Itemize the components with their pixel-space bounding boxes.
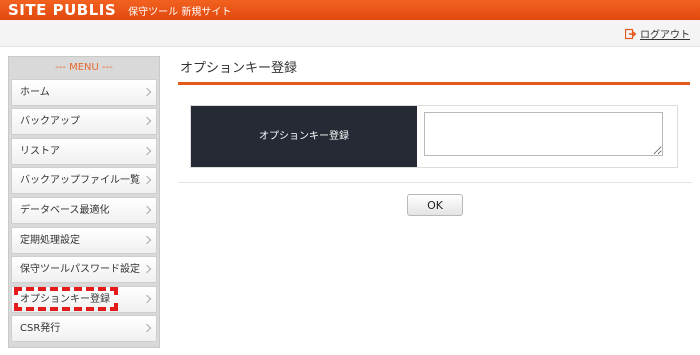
sidebar-item-label: CSR発行: [20, 323, 61, 335]
logout-label: ログアウト: [640, 30, 690, 41]
sidebar-menu: --- MENU --- ホーム バックアップ リストア バックアップファイル一…: [8, 56, 160, 348]
option-key-textarea[interactable]: [424, 112, 663, 156]
form-divider: [178, 182, 692, 183]
sidebar-item-scheduled-tasks[interactable]: 定期処理設定: [11, 226, 157, 254]
chevron-right-icon: [142, 176, 152, 185]
highlight-box: [14, 286, 118, 311]
sidebar-item-label: データベース最適化: [20, 204, 110, 216]
chevron-right-icon: [142, 116, 152, 126]
chevron-right-icon: [142, 205, 152, 215]
option-key-cell: [417, 106, 677, 167]
chevron-right-icon: [142, 324, 152, 333]
chevron-right-icon: [142, 146, 152, 156]
chevron-right-icon: [142, 87, 152, 96]
sidebar-item-label: 定期処理設定: [20, 234, 80, 246]
sidebar-item-restore[interactable]: リストア: [11, 137, 157, 165]
sidebar-item-backup-files[interactable]: バックアップファイル一覧: [11, 167, 157, 195]
sidebar-item-password-settings[interactable]: 保守ツールパスワード設定: [11, 256, 157, 284]
sidebar-item-label: バックアップファイル一覧: [20, 175, 140, 187]
brand-logo: SITE PUBLIS: [8, 1, 117, 19]
sidebar-item-label: リストア: [20, 145, 60, 157]
title-divider: [178, 82, 690, 85]
sidebar-item-csr[interactable]: CSR発行: [11, 315, 157, 343]
chevron-right-icon: [142, 264, 152, 274]
sidebar-item-home[interactable]: ホーム: [11, 78, 157, 106]
sidebar-item-label: ホーム: [20, 86, 50, 98]
main-content: オプションキー登録 オプションキー登録 OK: [178, 56, 692, 216]
sidebar-item-backup[interactable]: バックアップ: [11, 108, 157, 136]
logout-link[interactable]: ログアウト: [624, 26, 690, 41]
menu-title: --- MENU ---: [55, 62, 113, 73]
app-header: SITE PUBLIS 保守ツール 新規サイト: [0, 0, 700, 20]
sidebar-item-db-optimize[interactable]: データベース最適化: [11, 196, 157, 224]
option-key-form: オプションキー登録: [190, 105, 678, 168]
chevron-right-icon: [142, 294, 152, 303]
option-key-label: オプションキー登録: [191, 106, 417, 167]
top-bar: ログアウト: [0, 20, 700, 47]
page-title: オプションキー登録: [180, 61, 298, 76]
sidebar-item-label: 保守ツールパスワード設定: [20, 264, 140, 276]
header-subtitle: 保守ツール 新規サイト: [128, 6, 232, 18]
sidebar-item-label: バックアップ: [20, 116, 80, 128]
sidebar-item-option-key[interactable]: オプションキー登録: [11, 285, 157, 313]
logout-icon: [624, 28, 637, 40]
ok-button[interactable]: OK: [407, 194, 463, 216]
chevron-right-icon: [142, 235, 152, 244]
